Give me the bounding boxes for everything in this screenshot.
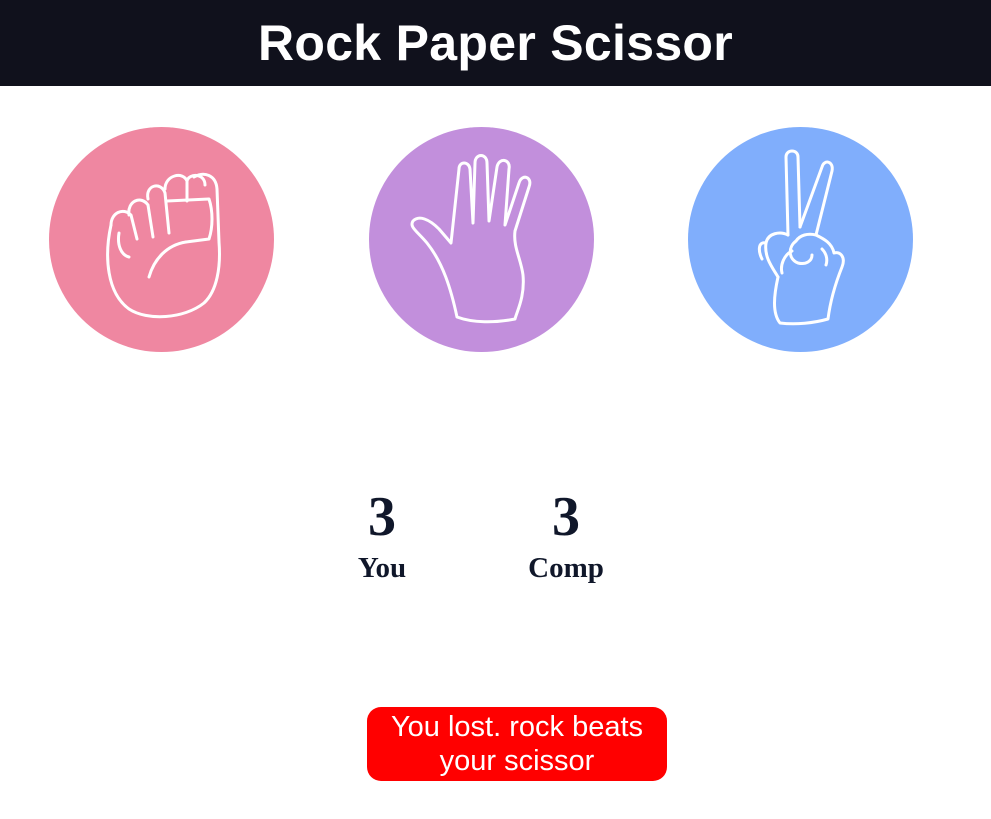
app-header: Rock Paper Scissor xyxy=(0,0,991,86)
comp-score-panel: 3 Comp xyxy=(486,485,646,587)
user-score-value: 3 xyxy=(368,486,396,548)
open-hand-icon xyxy=(369,127,594,352)
result-message: You lost. rock beats your scissor xyxy=(367,707,667,781)
comp-score-label: Comp xyxy=(528,552,604,584)
peace-hand-icon xyxy=(688,127,913,352)
page-title: Rock Paper Scissor xyxy=(257,15,734,71)
fist-icon xyxy=(49,127,274,352)
user-score-panel: 3 You xyxy=(302,485,462,587)
scissors-choice-button[interactable] xyxy=(688,127,913,352)
rock-choice-button[interactable] xyxy=(49,127,274,352)
paper-choice-button[interactable] xyxy=(369,127,594,352)
user-score-label: You xyxy=(357,552,407,584)
comp-score-value: 3 xyxy=(552,486,580,548)
